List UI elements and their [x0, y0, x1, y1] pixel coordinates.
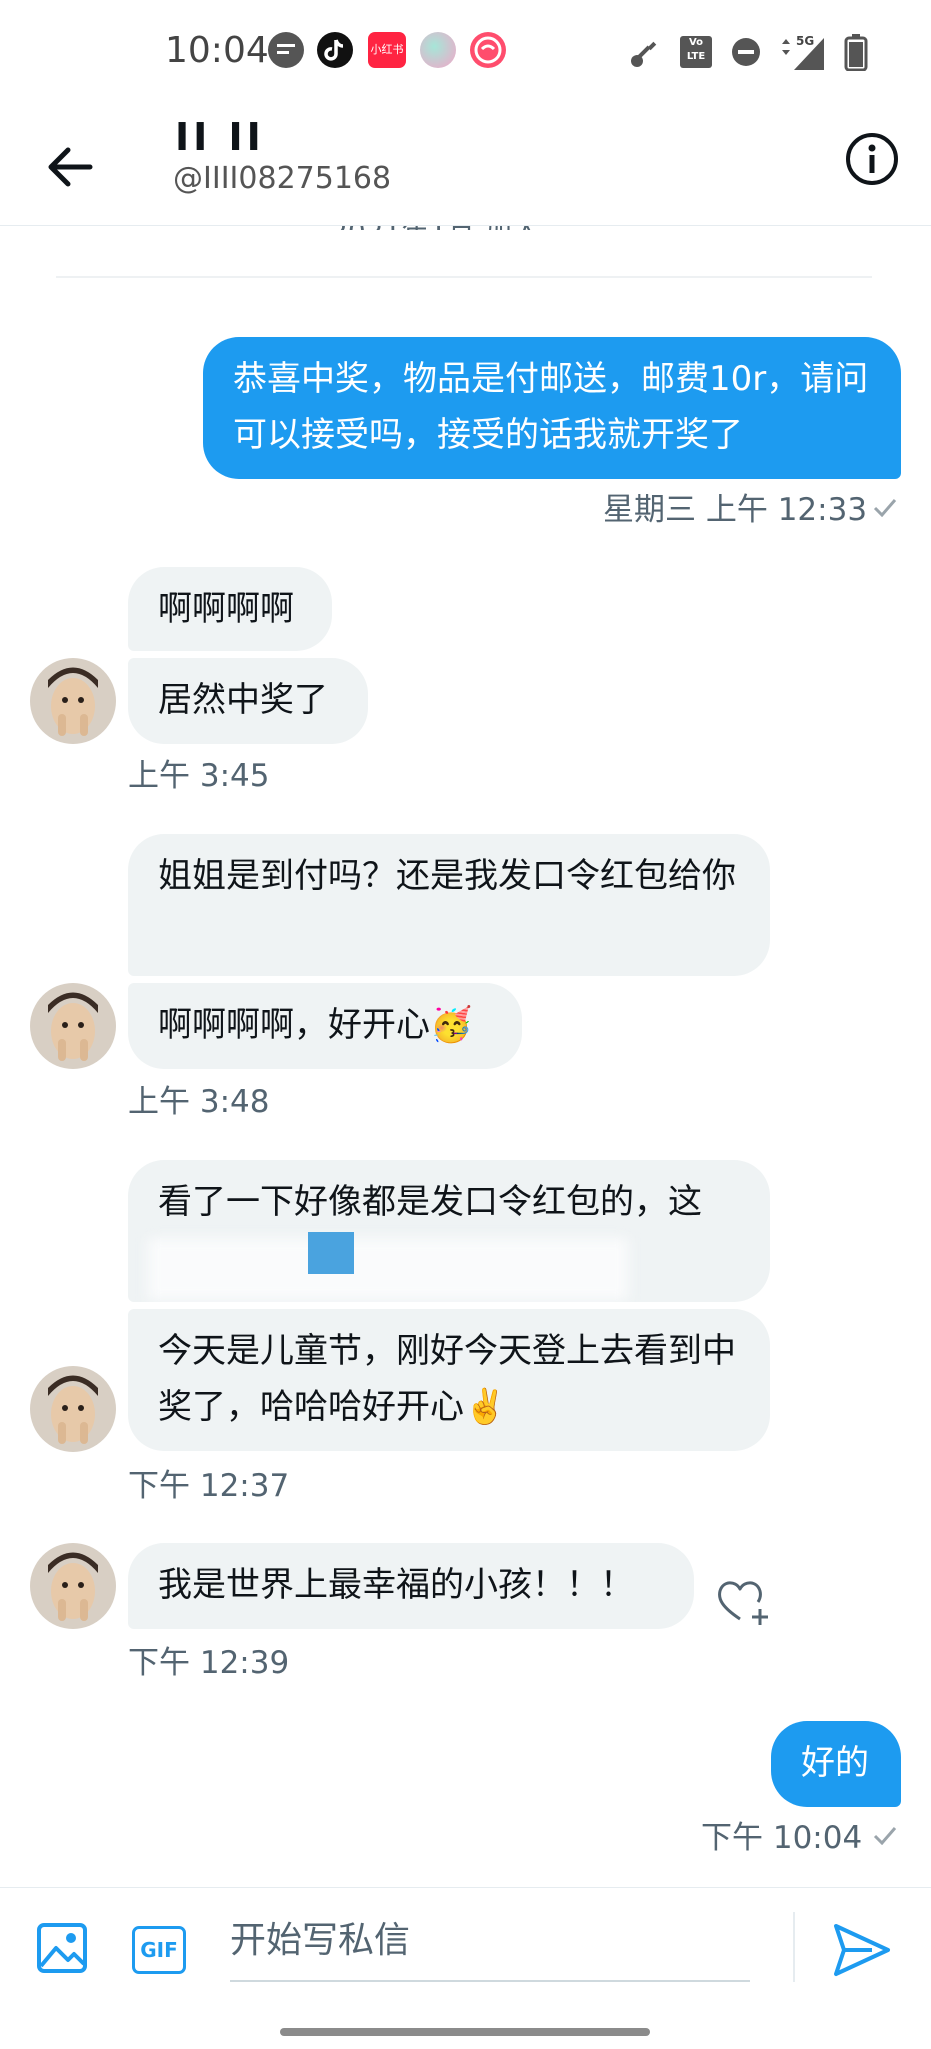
avatar[interactable]: [30, 1543, 116, 1629]
conversation-header: II II @IIII08275168: [0, 105, 931, 226]
volte-icon: Vo LTE: [680, 36, 712, 68]
tiktok-icon: [317, 32, 353, 68]
message-timestamp: 下午 12:37: [128, 1468, 290, 1504]
key-icon: [631, 41, 657, 67]
dnd-icon: [732, 38, 760, 66]
message-input[interactable]: [230, 1912, 750, 1968]
info-icon[interactable]: [842, 129, 902, 189]
add-reaction-heart-icon[interactable]: [716, 1577, 772, 1627]
status-bar: 10:04 小红书 Vo LTE 5G: [0, 0, 931, 105]
gradient-app-icon: [420, 32, 456, 68]
divider: [793, 1912, 795, 1982]
message-timestamp: 上午 3:45: [128, 758, 270, 794]
image-icon[interactable]: [36, 1922, 88, 1974]
xiaohongshu-icon: 小红书: [368, 32, 406, 68]
meitu-icon: [470, 32, 506, 68]
redaction-blur: [148, 1238, 628, 1300]
gif-button[interactable]: GIF: [132, 1926, 186, 1974]
incoming-message-bubble[interactable]: 姐姐是到付吗？还是我发口令红包给你: [128, 834, 770, 976]
outgoing-message-bubble[interactable]: 好的: [771, 1721, 901, 1807]
message-composer: GIF: [0, 1887, 931, 2049]
outgoing-message-bubble[interactable]: 恭喜中奖，物品是付邮送，邮费10r，请问可以接受吗，接受的话我就开奖了: [203, 337, 901, 479]
divider: [56, 276, 872, 278]
signal-icon: [782, 38, 824, 70]
message-bubble-icon: [268, 32, 304, 68]
incoming-message-bubble[interactable]: 我是世界上最幸福的小孩！！！: [128, 1543, 694, 1629]
incoming-message-bubble[interactable]: 啊啊啊啊，好开心🥳: [128, 983, 522, 1069]
message-timestamp: 下午 12:39: [128, 1645, 290, 1681]
battery-icon: [844, 34, 868, 71]
avatar[interactable]: [30, 1366, 116, 1452]
sent-check-icon: [873, 1827, 897, 1845]
input-underline: [230, 1980, 750, 1982]
message-text: 看了一下好像都是发口令红包的，这: [158, 1182, 702, 1222]
home-indicator[interactable]: [280, 2028, 650, 2036]
conversation-handle[interactable]: @IIII08275168: [173, 161, 391, 196]
incoming-message-bubble[interactable]: 居然中奖了: [128, 658, 368, 744]
incoming-message-bubble[interactable]: 啊啊啊啊: [128, 567, 332, 651]
incoming-message-bubble[interactable]: 看了一下好像都是发口令红包的，这: [128, 1160, 770, 1302]
redaction-block: [308, 1232, 354, 1274]
message-timestamp: 下午 10:04: [701, 1820, 863, 1856]
avatar[interactable]: [30, 658, 116, 744]
send-icon[interactable]: [832, 1922, 892, 1978]
status-clock: 10:04: [165, 30, 269, 71]
sent-check-icon: [873, 499, 897, 517]
message-timestamp: 上午 3:48: [128, 1084, 270, 1120]
avatar[interactable]: [30, 983, 116, 1069]
conversation-title[interactable]: II II: [175, 115, 265, 159]
back-arrow-icon[interactable]: [38, 135, 102, 199]
message-timestamp: 星期三 上午 12:33: [603, 492, 868, 528]
incoming-message-bubble[interactable]: 今天是儿童节，刚好今天登上去看到中奖了，哈哈哈好开心✌️: [128, 1309, 770, 1451]
